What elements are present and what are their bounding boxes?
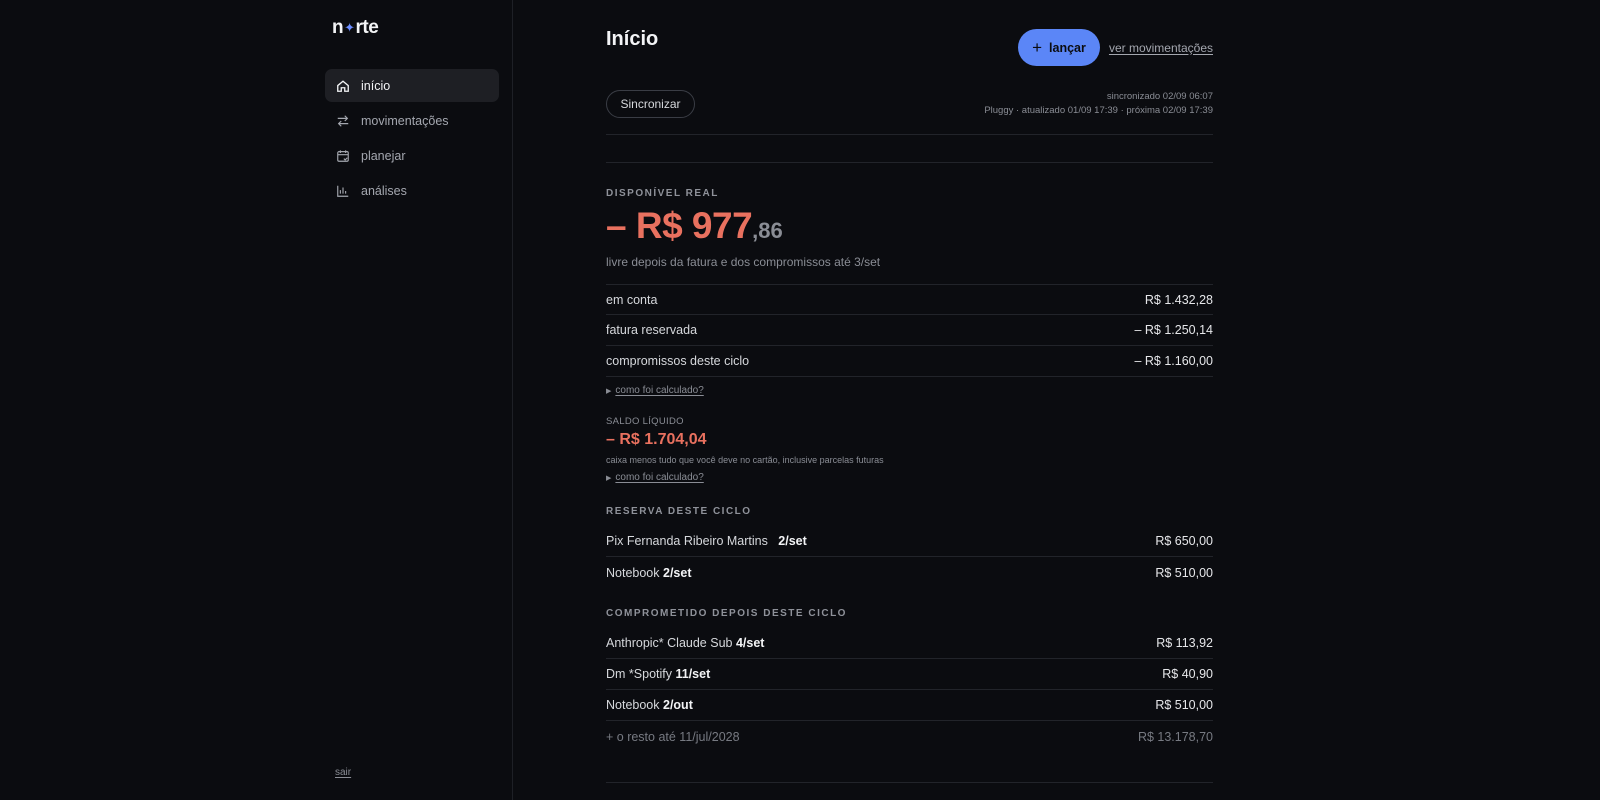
breakdown-label: em conta xyxy=(606,292,658,307)
sidebar-item-analises[interactable]: análises xyxy=(325,175,499,208)
list-item[interactable]: Notebook 2/out R$ 510,00 xyxy=(606,690,1213,721)
item-name: Anthropic* Claude Sub xyxy=(606,636,733,650)
item-name: Dm *Spotify xyxy=(606,667,672,681)
how-calculated-link[interactable]: ▶ como foi calculado? xyxy=(606,385,704,396)
item-date: 2/set xyxy=(778,534,807,548)
available-amount: – R$ 977,86 xyxy=(606,205,783,247)
breakdown-row: compromissos deste ciclo – R$ 1.160,00 xyxy=(606,346,1213,377)
item-date: 2/set xyxy=(663,565,692,580)
calendar-icon xyxy=(336,149,350,163)
sidebar-nav: início movimentações planejar análises xyxy=(325,69,499,210)
breakdown-label: compromissos deste ciclo xyxy=(606,354,750,368)
item-description: Pix Fernanda Ribeiro Martins 2/set xyxy=(606,534,807,548)
sync-status-details: Pluggy · atualizado 01/09 17:39 · próxim… xyxy=(984,105,1213,116)
logo-text-start: n xyxy=(332,17,344,38)
home-icon xyxy=(336,79,350,93)
net-balance-amount: – R$ 1.704,04 xyxy=(606,431,707,448)
available-kicker: DISPONÍVEL REAL xyxy=(606,188,719,199)
sidebar-item-label: planejar xyxy=(361,149,406,164)
divider xyxy=(606,162,1213,163)
logout-link[interactable]: sair xyxy=(335,767,351,778)
divider xyxy=(606,782,1213,783)
star-icon: ✦ xyxy=(344,20,355,35)
list-item[interactable]: Dm *Spotify 11/set R$ 40,90 xyxy=(606,659,1213,690)
item-name: Notebook xyxy=(606,698,660,712)
item-date: 11/set xyxy=(675,667,711,681)
available-caption: livre depois da fatura e dos compromisso… xyxy=(606,255,881,269)
sync-status-time: sincronizado 02/09 06:07 xyxy=(1106,91,1213,102)
sync-status: sincronizado 02/09 06:07 Pluggy · atuali… xyxy=(984,90,1213,118)
list-item[interactable]: Anthropic* Claude Sub 4/set R$ 113,92 xyxy=(606,628,1213,659)
list-item[interactable]: Pix Fernanda Ribeiro Martins 2/set R$ 65… xyxy=(606,526,1213,557)
how-calculated-link[interactable]: ▶ como foi calculado? xyxy=(606,472,704,483)
rest-value: R$ 13.178,70 xyxy=(1137,729,1213,744)
sidebar-item-movimentacoes[interactable]: movimentações xyxy=(325,104,499,137)
net-balance-kicker: SALDO LÍQUIDO xyxy=(606,416,684,427)
item-value: R$ 40,90 xyxy=(1162,667,1213,681)
breakdown-value: – R$ 1.160,00 xyxy=(1134,354,1213,368)
cycle-reserve-kicker: RESERVA DESTE CICLO xyxy=(606,506,752,517)
item-description: Dm *Spotify 11/set xyxy=(606,667,710,681)
item-value: R$ 113,92 xyxy=(1156,636,1213,650)
disclosure-triangle-icon: ▶ xyxy=(606,475,612,482)
how-calculated-label: como foi calculado? xyxy=(615,472,704,483)
sidebar-item-label: análises xyxy=(361,184,407,199)
arrows-swap-icon xyxy=(336,114,350,128)
list-item[interactable]: Notebook 2/set R$ 510,00 xyxy=(606,557,1213,588)
available-amount-main: – R$ 977 xyxy=(606,205,753,246)
rest-label: + o resto até 11/jul/2028 xyxy=(606,729,740,744)
item-date: 4/set xyxy=(735,636,765,650)
breakdown-row: fatura reservada – R$ 1.250,14 xyxy=(606,315,1213,346)
bar-chart-icon xyxy=(336,184,350,198)
page-title: Início xyxy=(606,28,659,50)
sidebar-item-planejar[interactable]: planejar xyxy=(325,140,499,173)
how-calculated-label: como foi calculado? xyxy=(615,385,704,396)
sidebar: n ✦ rte início movimentações planejar anál… xyxy=(0,0,513,800)
item-description: Notebook 2/set xyxy=(606,566,692,580)
item-description: Notebook 2/out xyxy=(606,698,693,712)
item-name: Notebook xyxy=(606,565,660,580)
divider xyxy=(606,134,1213,135)
plus-icon: + xyxy=(1032,38,1043,57)
launch-button-label: lançar xyxy=(1049,40,1086,55)
brand-logo[interactable]: n ✦ rte xyxy=(332,17,379,39)
breakdown-label: fatura reservada xyxy=(606,323,698,337)
item-description: Anthropic* Claude Sub 4/set xyxy=(606,636,764,650)
item-value: R$ 510,00 xyxy=(1155,698,1213,712)
available-amount-cents: ,86 xyxy=(752,218,783,243)
item-value: R$ 650,00 xyxy=(1155,534,1213,548)
breakdown-row: em conta R$ 1.432,28 xyxy=(606,284,1213,315)
sidebar-item-inicio[interactable]: início xyxy=(325,69,499,102)
sync-button[interactable]: Sincronizar xyxy=(606,90,695,118)
committed-kicker: COMPROMETIDO DEPOIS DESTE CICLO xyxy=(606,608,847,619)
logo-text-end: rte xyxy=(355,17,379,38)
sidebar-item-label: início xyxy=(361,78,391,93)
view-movements-link[interactable]: ver movimentações xyxy=(1109,41,1213,55)
item-value: R$ 510,00 xyxy=(1155,565,1213,580)
launch-button[interactable]: + lançar xyxy=(1018,29,1100,66)
sidebar-item-label: movimentações xyxy=(361,113,449,128)
item-name: Pix Fernanda Ribeiro Martins xyxy=(606,534,768,548)
breakdown-value: – R$ 1.250,14 xyxy=(1134,323,1213,337)
item-date: 2/out xyxy=(663,698,693,712)
breakdown-value: R$ 1.432,28 xyxy=(1144,292,1213,307)
net-balance-caption: caixa menos tudo que você deve no cartão… xyxy=(606,455,884,465)
rest-summary-row: + o resto até 11/jul/2028 R$ 13.178,70 xyxy=(606,721,1213,752)
disclosure-triangle-icon: ▶ xyxy=(606,388,612,395)
